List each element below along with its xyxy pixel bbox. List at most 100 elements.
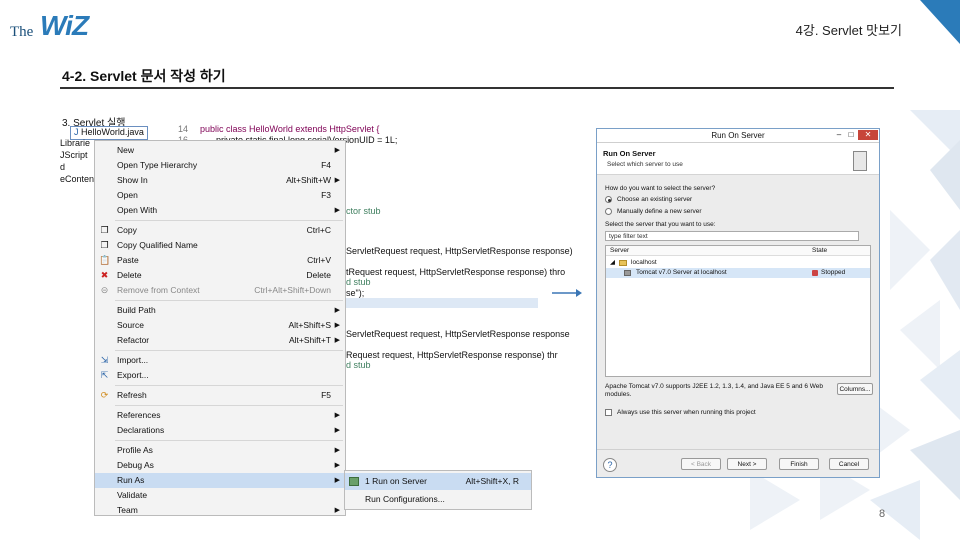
menu-item-paste[interactable]: 📋 Paste Ctrl+V [95,253,345,268]
code-line: se"); [346,288,365,298]
cancel-button[interactable]: Cancel [829,458,869,470]
menu-item-open-with[interactable]: Open With ▶ [95,203,345,218]
menu-item-label: Copy [117,225,137,235]
page-number: 8 [879,508,886,520]
menu-item-label: Run Configurations... [365,494,445,504]
server-table: Server State ◢ localhost Tomcat v7.0 Ser… [605,245,871,377]
menu-item-label: Import... [117,355,149,365]
tree-row-host[interactable]: ◢ localhost [606,258,870,268]
submenu-arrow-icon: ▶ [334,447,340,454]
menu-separator [115,405,343,406]
menu-item-export[interactable]: ⇱ Export... [95,368,345,383]
expand-icon[interactable]: ◢ [610,258,615,268]
menu-item-show-in[interactable]: Show In Alt+Shift+W ▶ [95,173,345,188]
menu-item-label: New [117,145,135,155]
java-file-icon: J [74,127,82,137]
run-as-submenu: 1 Run on Server Alt+Shift+X, R Run Confi… [344,470,532,510]
explorer-item[interactable]: JScript [60,150,88,162]
server-description: Apache Tomcat v7.0 supports J2EE 1.2, 1.… [605,383,824,398]
menu-item-debug-as[interactable]: Debug As ▶ [95,458,345,473]
menu-item-declarations[interactable]: Declarations ▶ [95,423,345,438]
menu-item-open-type-hierarchy[interactable]: Open Type Hierarchy F4 [95,158,345,173]
menu-item-label: Validate [117,490,148,500]
close-icon[interactable]: ✕ [858,130,878,140]
minimize-icon[interactable]: – [833,130,845,140]
finish-button[interactable]: Finish [779,458,819,470]
run-on-server-item[interactable]: 1 Run on Server Alt+Shift+X, R [345,473,531,490]
choose-existing-label: Choose an existing server [617,196,693,203]
explorer-item[interactable]: eContent [60,174,97,186]
paste-icon: 📋 [99,255,111,265]
menu-item-shortcut: Alt+Shift+W [286,175,331,185]
menu-item-validate[interactable]: Validate [95,488,345,503]
submenu-arrow-icon: ▶ [334,507,340,514]
next-button[interactable]: Next > [727,458,767,470]
menu-item-label: Open [117,190,138,200]
menu-separator [115,300,343,301]
menu-item-label: Open With [117,205,158,215]
code-line: ServletRequest request, HttpServletRespo… [346,329,570,339]
help-icon[interactable]: ? [603,458,617,472]
code-line: ctor stub [346,206,381,216]
menu-separator [115,350,343,351]
menu-item-remove-from-context[interactable]: ⊝ Remove from Context Ctrl+Alt+Shift+Down [95,283,345,298]
menu-item-import[interactable]: ⇲ Import... [95,353,345,368]
menu-item-source[interactable]: Source Alt+Shift+S ▶ [95,318,345,333]
submenu-arrow-icon: ▶ [334,177,340,184]
menu-item-label: Refresh [117,390,147,400]
menu-item-label: Team [117,505,138,515]
menu-item-run-as[interactable]: Run As ▶ [95,473,345,488]
submenu-arrow-icon: ▶ [334,337,340,344]
import-icon: ⇲ [100,355,109,365]
server-wizard-icon [853,151,867,171]
code-line: public class HelloWorld extends HttpServ… [200,124,380,134]
menu-item-shortcut: F5 [321,390,331,400]
server-icon [624,270,631,276]
submenu-arrow-icon: ▶ [334,477,340,484]
menu-item-shortcut: Alt+Shift+S [288,320,331,330]
menu-item-references[interactable]: References ▶ [95,408,345,423]
menu-item-profile-as[interactable]: Profile As ▶ [95,443,345,458]
menu-item-label: Delete [117,270,142,280]
always-use-checkbox[interactable] [605,409,612,416]
explorer-item[interactable]: Librarie [60,138,90,150]
submenu-arrow-icon: ▶ [334,427,340,434]
server-state: Stopped [821,269,846,276]
menu-item-open[interactable]: Open F3 [95,188,345,203]
columns-button[interactable]: Columns... [837,383,873,395]
choose-existing-radio[interactable] [605,196,612,203]
explorer-item[interactable]: d [60,162,65,174]
submenu-arrow-icon: ▶ [334,462,340,469]
tree-row-server[interactable]: Tomcat v7.0 Server at localhost Stopped [606,268,870,278]
submenu-arrow-icon: ▶ [334,147,340,154]
define-new-radio[interactable] [605,208,612,215]
column-header-server[interactable]: Server [610,247,629,254]
menu-item-build-path[interactable]: Build Path ▶ [95,303,345,318]
folder-icon [619,260,627,266]
run-configurations-item[interactable]: Run Configurations... [345,491,531,508]
menu-item-team[interactable]: Team ▶ [95,503,345,518]
menu-item-refactor[interactable]: Refactor Alt+Shift+T ▶ [95,333,345,348]
remove-icon: ⊝ [100,285,109,295]
menu-item-label: Debug As [117,460,154,470]
code-line: Request request, HttpServletResponse res… [346,350,558,360]
chapter-title: 4강. Servlet 맛보기 [795,23,902,38]
menu-item-shortcut: F4 [321,160,331,170]
server-icon [349,477,359,486]
logo: The WiZ [10,8,100,42]
menu-item-delete[interactable]: ✖ Delete Delete [95,268,345,283]
code-line: d stub [346,277,371,287]
column-header-state[interactable]: State [812,247,827,254]
back-button[interactable]: < Back [681,458,721,470]
menu-item-copy[interactable]: ❐ Copy Ctrl+C [95,223,345,238]
maximize-icon[interactable]: □ [845,130,857,140]
corner-decoration [920,0,960,44]
section-title: 4-2. Servlet 문서 작성 하기 [62,68,226,84]
menu-item-new[interactable]: New ▶ [95,143,345,158]
server-filter-input[interactable]: type filter text [605,231,859,241]
menu-separator [115,440,343,441]
menu-item-refresh[interactable]: ⟳ Refresh F5 [95,388,345,403]
menu-item-copy-qualified-name[interactable]: ❐ Copy Qualified Name [95,238,345,253]
stopped-icon [812,270,818,276]
menu-item-label: Open Type Hierarchy [117,160,198,170]
